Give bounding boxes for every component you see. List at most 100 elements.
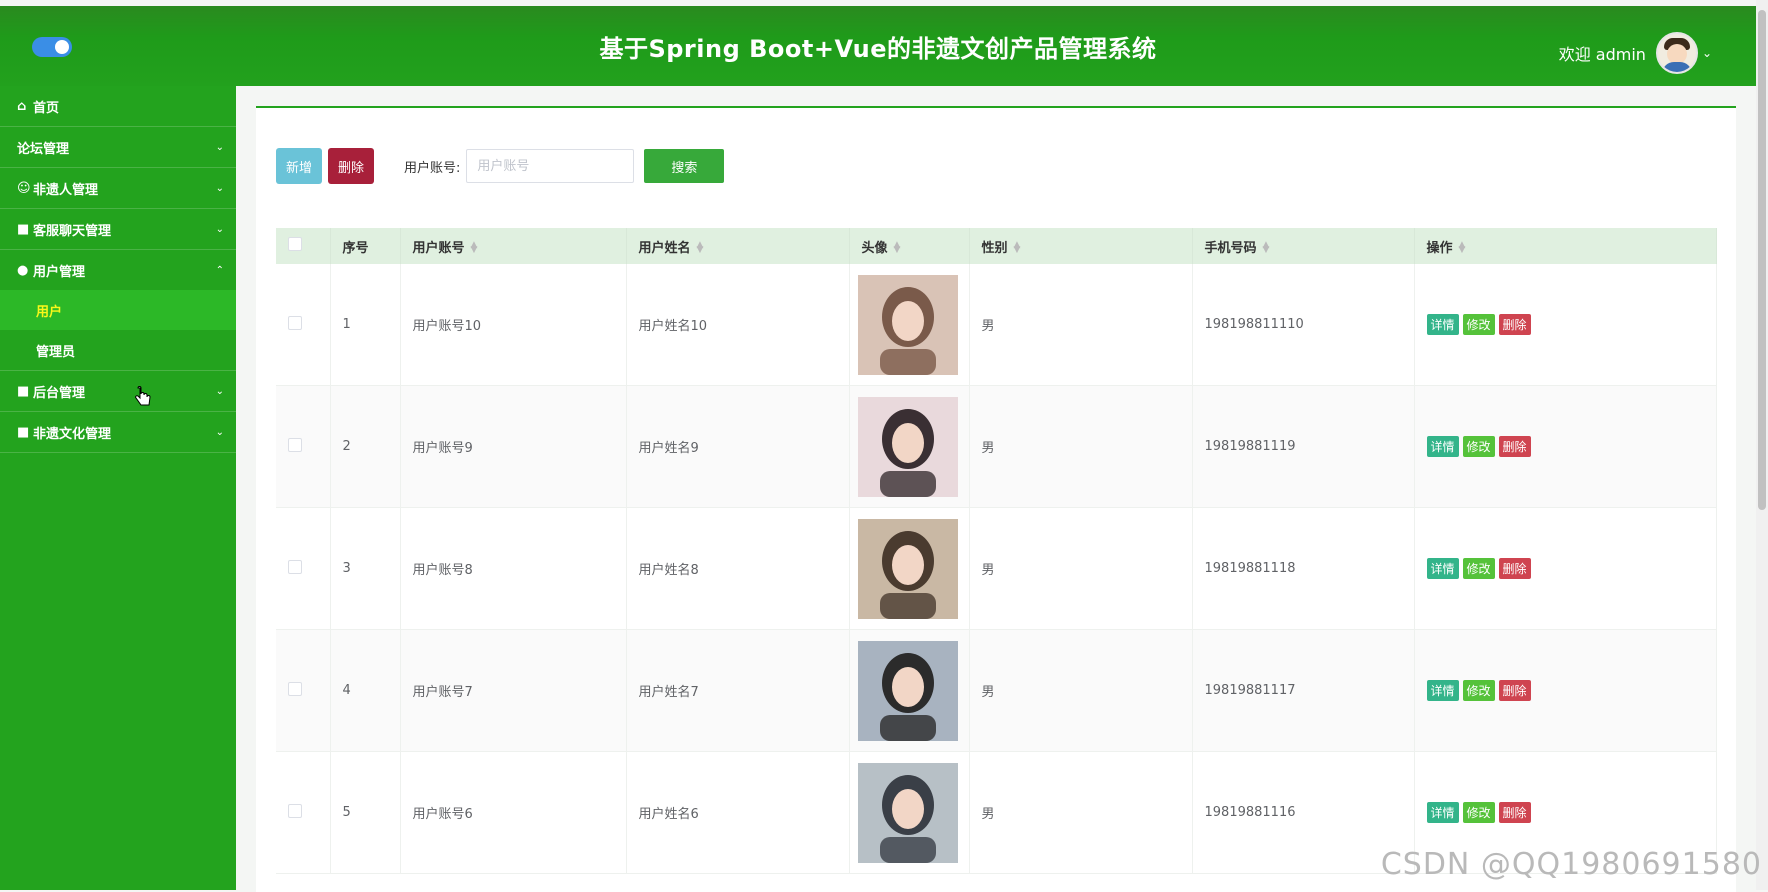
detail-button[interactable]: 详情 — [1426, 802, 1459, 823]
toolbar: 新增 删除 用户账号: 搜索 — [276, 148, 730, 184]
scrollbar-thumb[interactable] — [1758, 10, 1766, 510]
sidebar-item-label: 非遗文化管理 — [33, 426, 112, 442]
row-select-cell — [276, 385, 331, 508]
user-menu[interactable]: 欢迎 admin ⌄ — [1559, 32, 1712, 74]
sidebar-toggle-switch[interactable] — [32, 37, 72, 57]
user-photo[interactable] — [857, 640, 958, 741]
cell-phone: 198198811110 — [1192, 264, 1415, 386]
table-row: 1 用户账号10 用户姓名10 男 198198811110 详情 修改 删除 — [276, 264, 1717, 386]
header-index: 序号 — [330, 228, 401, 264]
row-select-cell — [276, 507, 331, 630]
row-delete-button[interactable]: 删除 — [1498, 802, 1531, 823]
user-photo[interactable] — [857, 518, 958, 619]
row-delete-button[interactable]: 删除 — [1498, 436, 1531, 457]
select-all-cell — [276, 228, 331, 264]
chevron-down-icon: ⌄ — [215, 223, 224, 235]
cell-avatar — [849, 264, 970, 386]
user-icon: ☺ — [17, 180, 31, 196]
table-header-row: 序号 用户账号 ▲ ▼ 用户姓名 ▲ ▼ 头像 ▲ ▼ 性别 ▲ ▼ 手机号码 ▲ ▼ 操作 ▲ ▼ — [276, 228, 1717, 264]
cell-avatar — [849, 751, 970, 874]
cell-gender: 男 — [969, 629, 1193, 752]
content-card: 新增 删除 用户账号: 搜索 序号 用户账号▲▼ 用户姓名▲▼ 头像▲▼ 性别▲… — [256, 106, 1736, 892]
sidebar-subitem-admin[interactable]: 管理员 — [0, 330, 236, 371]
search-button[interactable]: 搜索 — [644, 149, 725, 183]
detail-button[interactable]: 详情 — [1426, 680, 1459, 701]
row-checkbox[interactable] — [288, 681, 302, 696]
header-gender[interactable]: 性别 ▲ ▼ — [969, 228, 1193, 264]
edit-button[interactable]: 修改 — [1462, 802, 1495, 823]
home-icon: ⌂ — [17, 98, 27, 114]
sidebar-item-chat[interactable]: ■ 客服聊天管理 ⌄ — [0, 209, 236, 250]
header-actions[interactable]: 操作 ▲ ▼ — [1414, 228, 1717, 264]
user-photo[interactable] — [857, 274, 958, 375]
sidebar-item-users[interactable]: ● 用户管理 ⌃ — [0, 250, 236, 290]
row-delete-button[interactable]: 删除 — [1498, 680, 1531, 701]
sidebar-item-backend[interactable]: ■ 后台管理 ⌄ — [0, 371, 236, 412]
edit-button[interactable]: 修改 — [1462, 558, 1495, 579]
cell-phone: 19819881117 — [1192, 629, 1415, 752]
cell-name: 用户姓名9 — [626, 385, 850, 508]
cell-avatar — [849, 629, 970, 752]
row-delete-button[interactable]: 删除 — [1498, 558, 1531, 579]
row-delete-button[interactable]: 删除 — [1498, 314, 1531, 335]
chevron-down-icon: ⌄ — [215, 182, 224, 194]
chevron-down-icon[interactable]: ⌄ — [1702, 46, 1712, 60]
users-table: 序号 用户账号 ▲ ▼ 用户姓名 ▲ ▼ 头像 ▲ ▼ 性别 ▲ ▼ 手机号码 ▲ ▼ 操作 ▲ ▼ 1… — [276, 228, 1717, 874]
sidebar-item-culture[interactable]: ■ 非遗文化管理 ⌄ — [0, 412, 236, 453]
sidebar-item-heritage-people[interactable]: ☺ 非遗人管理 ⌄ — [0, 168, 236, 209]
header-name[interactable]: 用户姓名 ▲ ▼ — [626, 228, 850, 264]
chevron-down-icon: ⌄ — [215, 426, 224, 438]
cell-avatar — [849, 385, 970, 508]
row-checkbox[interactable] — [288, 315, 302, 330]
select-all-checkbox[interactable] — [288, 237, 302, 251]
table-row: 2 用户账号9 用户姓名9 男 19819881119 详情 修改 删除 — [276, 385, 1717, 508]
row-checkbox[interactable] — [288, 437, 302, 452]
sidebar-item-home[interactable]: ⌂ 首页 — [0, 86, 236, 127]
table-row: 3 用户账号8 用户姓名8 男 19819881118 详情 修改 删除 — [276, 507, 1717, 630]
cell-name: 用户姓名7 — [626, 629, 850, 752]
sort-icon: ▲ ▼ — [1013, 240, 1021, 255]
account-search-input[interactable] — [466, 149, 635, 183]
detail-button[interactable]: 详情 — [1426, 436, 1459, 457]
sidebar-subitem-user[interactable]: 用户 — [0, 290, 236, 330]
sort-icon: ▲ ▼ — [470, 240, 478, 255]
delete-button[interactable]: 删除 — [328, 148, 375, 184]
sidebar-item-label: 非遗人管理 — [33, 182, 99, 198]
grid-icon: ■ — [17, 221, 30, 237]
cell-name: 用户姓名6 — [626, 751, 850, 874]
sidebar-item-label: 论坛管理 — [17, 141, 70, 157]
page-scrollbar[interactable] — [1756, 0, 1768, 890]
row-checkbox[interactable] — [288, 559, 302, 574]
cell-gender: 男 — [969, 264, 1193, 386]
cell-gender: 男 — [969, 385, 1193, 508]
cell-name: 用户姓名10 — [626, 264, 850, 386]
user-photo[interactable] — [857, 396, 958, 497]
cell-index: 4 — [330, 629, 401, 752]
sort-icon: ▲ ▼ — [696, 240, 704, 255]
header-account[interactable]: 用户账号 ▲ ▼ — [400, 228, 627, 264]
toggle-knob — [55, 40, 69, 54]
detail-button[interactable]: 详情 — [1426, 314, 1459, 335]
sidebar-item-forum[interactable]: 论坛管理 ⌄ — [0, 127, 236, 168]
edit-button[interactable]: 修改 — [1462, 314, 1495, 335]
table-row: 4 用户账号7 用户姓名7 男 19819881117 详情 修改 删除 — [276, 629, 1717, 752]
user-filled-icon: ● — [17, 262, 29, 278]
sidebar: ⌂ 首页 论坛管理 ⌄ ☺ 非遗人管理 ⌄ ■ 客服聊天管理 ⌄ ● 用户管理 … — [0, 86, 236, 890]
header-phone[interactable]: 手机号码 ▲ ▼ — [1192, 228, 1415, 264]
welcome-text: 欢迎 admin — [1558, 45, 1646, 64]
row-select-cell — [276, 264, 331, 386]
edit-button[interactable]: 修改 — [1462, 680, 1495, 701]
edit-button[interactable]: 修改 — [1462, 436, 1495, 457]
row-checkbox[interactable] — [288, 803, 302, 818]
cell-gender: 男 — [969, 507, 1193, 630]
watermark: CSDN @QQ1980691580 — [1380, 847, 1762, 882]
header-avatar[interactable]: 头像 ▲ ▼ — [849, 228, 970, 264]
avatar[interactable] — [1655, 32, 1698, 74]
cell-index: 1 — [330, 264, 401, 386]
cell-account: 用户账号7 — [400, 629, 627, 752]
cell-phone: 19819881119 — [1192, 385, 1415, 508]
cell-index: 3 — [330, 507, 401, 630]
add-button[interactable]: 新增 — [276, 148, 323, 184]
user-photo[interactable] — [857, 762, 958, 863]
detail-button[interactable]: 详情 — [1426, 558, 1459, 579]
